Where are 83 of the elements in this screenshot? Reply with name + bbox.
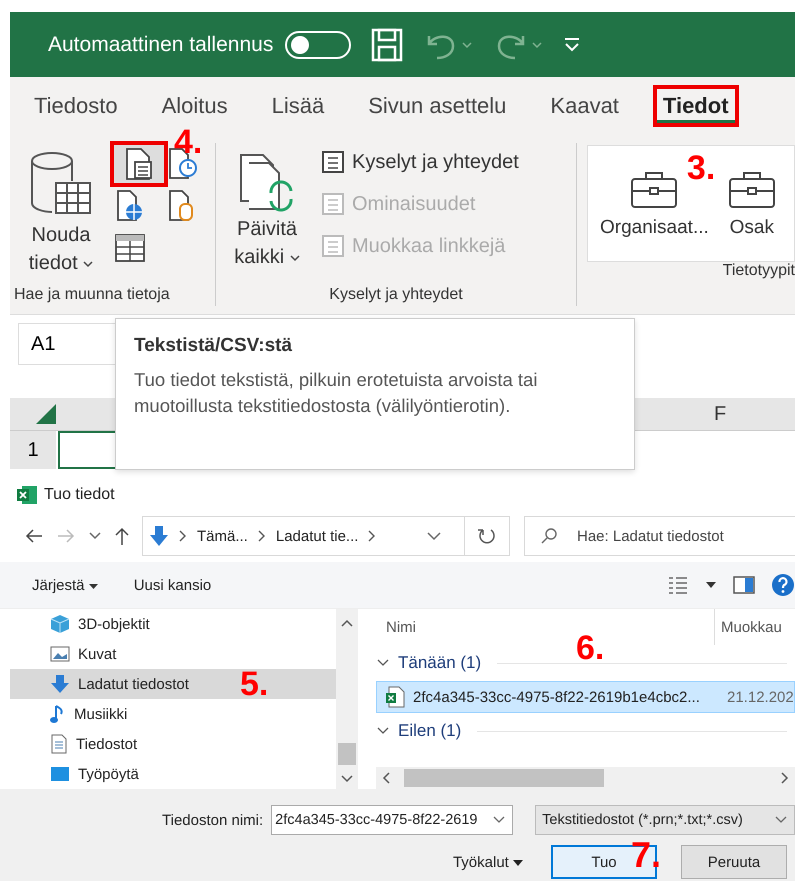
chevron-down-icon[interactable]: [426, 531, 442, 541]
view-options-icon[interactable]: [667, 575, 689, 595]
autosave-toggle[interactable]: [285, 30, 352, 58]
download-icon: [149, 525, 169, 547]
chevron-down-icon[interactable]: [492, 815, 506, 825]
data-type-button[interactable]: Osak: [726, 168, 777, 238]
column-header[interactable]: F: [714, 403, 726, 426]
file-name-field[interactable]: 2fc4a345-33cc-4975-8f22-2619: [271, 805, 514, 835]
scroll-up-icon[interactable]: [341, 619, 353, 627]
ribbon-tab[interactable]: Lisää: [262, 85, 334, 127]
group-label: Kyselyt ja yhteydet: [328, 286, 464, 305]
spreadsheet-file-icon: [385, 686, 405, 708]
cancel-button[interactable]: Peruuta: [681, 845, 787, 879]
ribbon-tab[interactable]: Tiedosto: [24, 85, 128, 127]
save-icon[interactable]: [371, 28, 404, 62]
chevron-right-icon[interactable]: [179, 530, 187, 542]
scrollbar[interactable]: [376, 767, 795, 789]
scroll-right-icon[interactable]: [781, 772, 789, 784]
group-header[interactable]: Eilen (1): [398, 721, 462, 741]
list-icon: [320, 191, 346, 217]
up-icon[interactable]: [114, 526, 130, 546]
file-type-dropdown[interactable]: Tekstitiedostot (*.prn;*.txt;*.csv): [535, 805, 795, 835]
desktop-icon: [50, 766, 70, 782]
search-field[interactable]: Hae: Ladatut tiedostot: [524, 516, 795, 556]
tools-button[interactable]: Työkalut: [452, 854, 523, 870]
group-header[interactable]: Tänään (1): [398, 653, 482, 673]
dropdown-icon: [88, 584, 98, 590]
column-header[interactable]: Muokkau: [714, 609, 782, 645]
caret-icon: [83, 260, 94, 268]
dialog-title: Tuo tiedot: [44, 486, 115, 504]
dropdown-icon: [513, 860, 523, 866]
step-number: 5.: [240, 667, 268, 701]
folder-nav-item[interactable]: Työpöytä: [10, 759, 336, 789]
caret-icon: [290, 254, 300, 262]
preview-pane-icon[interactable]: [733, 576, 755, 594]
list-icon: [320, 233, 346, 259]
ribbon-tab[interactable]: Sivun asettelu: [358, 85, 516, 127]
scroll-down-icon[interactable]: [341, 775, 353, 783]
folder-nav-item[interactable]: Kuvat: [10, 639, 336, 669]
customize-icon[interactable]: [563, 36, 582, 52]
group-label: Hae ja muunna tietoja: [13, 286, 171, 305]
address-bar[interactable]: Tämä... Ladatut tie...: [142, 516, 510, 556]
get-data-button[interactable]: Nouda tiedot: [16, 145, 106, 284]
search-icon: [540, 527, 558, 545]
group-label: Tietotyypit: [722, 262, 795, 281]
help-icon[interactable]: [771, 573, 795, 597]
autosave-label: Automaattinen tallennus: [48, 32, 274, 56]
file-row[interactable]: 2fc4a345-33cc-4975-8f22-2619b1e4cbc2... 21.12.202: [376, 681, 795, 713]
ribbon-tab[interactable]: Kaavat: [540, 85, 629, 127]
list-icon: [320, 149, 346, 175]
new-folder-button[interactable]: Uusi kansio: [134, 576, 212, 594]
file-name-label: Tiedoston nimi:: [162, 812, 264, 828]
folder-nav-item[interactable]: Musiikki: [10, 699, 336, 729]
document-icon: [50, 734, 68, 754]
chevron-down-icon[interactable]: [774, 815, 788, 825]
back-icon[interactable]: [24, 528, 44, 544]
chevron-icon[interactable]: [376, 726, 390, 736]
folder-nav-item[interactable]: Tiedostot: [10, 729, 336, 759]
folder-nav-item[interactable]: Ladatut tiedostot 5.: [10, 669, 336, 699]
excel-icon: [16, 485, 38, 505]
row-header[interactable]: 1: [10, 431, 56, 469]
refresh-all-button[interactable]: Päivitä kaikki: [222, 145, 312, 284]
chevron-right-icon[interactable]: [258, 530, 266, 542]
organize-button[interactable]: Järjestä: [32, 576, 98, 594]
scroll-thumb[interactable]: [338, 743, 356, 765]
chevron-down-icon[interactable]: [88, 531, 102, 541]
dropdown-icon[interactable]: [705, 581, 717, 589]
download-icon: [50, 674, 70, 694]
scroll-left-icon[interactable]: [382, 772, 390, 784]
step-number: 4.: [174, 125, 202, 159]
tooltip-text: Tuo tiedot tekstistä, pilkuin erotetuista arvoista tai muotoillusta tekstitiedostosta (välilyöntierotin).: [134, 368, 538, 418]
folder-nav-item[interactable]: 3D-objektit: [10, 609, 336, 639]
select-all-icon[interactable]: [34, 402, 58, 426]
ribbon-tab[interactable]: Aloitus: [152, 85, 238, 127]
scrollbar[interactable]: [336, 609, 358, 789]
breadcrumb[interactable]: Tämä...: [197, 528, 248, 544]
step-number: 3.: [686, 151, 716, 185]
cube-icon: [50, 614, 70, 634]
breadcrumb[interactable]: Ladatut tie...: [276, 528, 358, 544]
ribbon-command[interactable]: Kyselyt ja yhteydet: [320, 149, 519, 175]
chevron-icon[interactable]: [376, 658, 390, 668]
image-icon: [50, 645, 70, 663]
chevron-right-icon[interactable]: [368, 530, 376, 542]
